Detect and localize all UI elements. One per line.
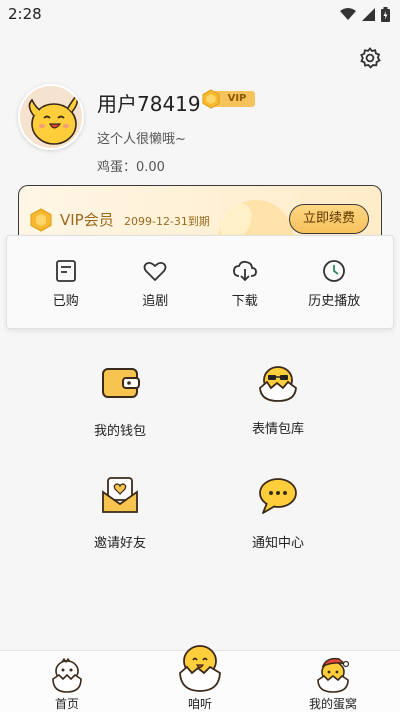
grid-item-stickers[interactable]: 表情包库 — [218, 358, 338, 437]
status-icons — [340, 6, 390, 22]
grid-item-invite[interactable]: 邀请好友 — [60, 472, 180, 551]
user-signature: 这个人很懒哦~ — [97, 132, 186, 147]
wifi-icon — [340, 7, 356, 20]
tab-my-nest[interactable]: 我的蛋窝 — [288, 655, 378, 712]
renew-button[interactable]: 立即续费 — [289, 204, 369, 234]
battery-icon — [381, 6, 390, 22]
status-bar: 2:28 — [0, 0, 400, 28]
quick-action-download[interactable]: 下载 — [207, 236, 283, 309]
grid-item-label: 通知中心 — [251, 536, 304, 551]
settings-button[interactable] — [358, 46, 382, 70]
quick-action-label: 追剧 — [142, 294, 169, 309]
vip-coin-icon — [30, 208, 52, 232]
vip-title: VIP会员 — [60, 211, 114, 229]
home-egg-icon — [52, 657, 82, 693]
grid-item-label: 邀请好友 — [93, 536, 146, 551]
quick-action-label: 历史播放 — [308, 294, 361, 309]
quick-actions-panel: 已购 追剧 下载 历史播放 — [6, 235, 394, 329]
bottom-tab-bar: 首页 咱听 我的蛋窝 — [0, 645, 400, 712]
heart-icon — [143, 261, 167, 281]
signal-icon — [362, 7, 375, 21]
sticker-chick-icon — [259, 366, 297, 402]
quick-action-purchased[interactable]: 已购 — [28, 236, 104, 309]
quick-action-label: 下载 — [231, 294, 258, 309]
vip-expire-date: 2099-12-31到期 — [124, 215, 210, 228]
tab-label: 我的蛋窝 — [308, 697, 357, 711]
tab-home[interactable]: 首页 — [22, 657, 112, 712]
tab-listen[interactable]: 咱听 — [155, 639, 245, 712]
purchased-icon — [55, 260, 76, 282]
tab-label: 咱听 — [187, 697, 212, 711]
wallet-icon — [102, 368, 140, 398]
listen-chick-icon — [179, 645, 221, 692]
vip-badge: VIP — [201, 89, 255, 109]
invite-envelope-icon — [102, 477, 138, 513]
tab-label: 首页 — [54, 697, 79, 711]
gear-icon — [360, 47, 381, 69]
grid-item-label: 我的钱包 — [93, 424, 146, 439]
egg-balance: 鸡蛋：0.00 — [97, 160, 165, 175]
grid-item-label: 表情包库 — [251, 422, 304, 437]
quick-action-history[interactable]: 历史播放 — [296, 236, 372, 309]
history-icon — [323, 260, 346, 282]
vip-hexagon-icon — [202, 89, 220, 109]
message-bubble-icon — [259, 478, 297, 514]
my-nest-icon — [317, 657, 350, 693]
chick-avatar-icon — [20, 86, 82, 148]
username: 用户78419 — [97, 92, 201, 116]
grid-item-wallet[interactable]: 我的钱包 — [60, 360, 180, 439]
quick-action-label: 已购 — [52, 294, 79, 309]
status-time: 2:28 — [8, 5, 42, 23]
quick-action-follow[interactable]: 追剧 — [117, 236, 193, 309]
avatar[interactable] — [18, 84, 84, 150]
grid-item-notifications[interactable]: 通知中心 — [218, 472, 338, 551]
download-icon — [232, 260, 257, 282]
